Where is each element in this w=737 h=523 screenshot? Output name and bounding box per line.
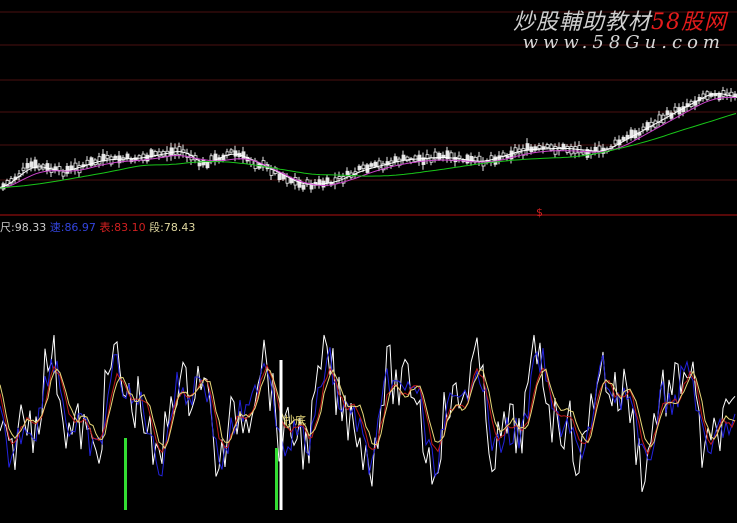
candle-body — [337, 176, 342, 179]
candle-body — [369, 163, 374, 167]
signal-bars — [124, 438, 278, 510]
candle-body — [69, 165, 74, 170]
candle-body — [417, 154, 422, 162]
candle-body — [729, 91, 734, 98]
candle-body — [97, 156, 102, 165]
legend-label-2: 速 — [49, 221, 61, 234]
candle-body — [357, 165, 362, 171]
candle-body — [269, 169, 274, 176]
candle-body — [233, 150, 238, 157]
candle-body — [25, 163, 30, 169]
candle-body — [437, 152, 442, 160]
osc-white-line — [0, 334, 736, 493]
legend-value-3: 83.10 — [114, 221, 146, 234]
candle-body — [301, 184, 306, 190]
candle-body — [361, 164, 366, 170]
candle-body — [45, 163, 50, 172]
legend-label-3: 表 — [99, 221, 111, 234]
candle-body — [177, 146, 182, 156]
candle-body — [565, 146, 570, 153]
candle-body — [621, 136, 626, 141]
candle-body — [613, 139, 618, 145]
candle-body — [525, 143, 530, 151]
signal-bar — [124, 438, 127, 510]
legend-label-4: 段 — [149, 221, 161, 234]
candle-body — [197, 162, 202, 167]
watermark-url: www.58Gu.com — [522, 32, 725, 53]
candle-body — [125, 153, 130, 159]
candle-body — [325, 177, 330, 184]
legend-value-2: 86.97 — [64, 221, 96, 234]
ma-long-line — [0, 113, 737, 189]
candle-body — [105, 154, 110, 159]
candle-body — [593, 146, 598, 152]
candle-body — [29, 161, 34, 168]
candle-body — [393, 156, 398, 163]
candle-body — [457, 155, 462, 159]
candle-body — [241, 151, 246, 159]
candle-body — [277, 173, 282, 180]
legend-value-4: 78.43 — [163, 221, 196, 234]
candle-body — [113, 155, 118, 159]
candle-body — [545, 144, 550, 149]
candle-body — [721, 90, 726, 97]
candle-body — [145, 154, 150, 162]
candle-body — [345, 170, 350, 176]
bottom-label: 抄底 — [284, 413, 306, 427]
candle-body — [205, 162, 210, 169]
stock-chart: $ 抄底 — [0, 11, 737, 510]
candle-body — [449, 152, 454, 161]
candle-body — [21, 167, 26, 171]
candle-body — [569, 146, 574, 155]
candle-body — [505, 155, 510, 159]
oscillator-lines — [0, 334, 736, 493]
ma-mid-line — [0, 96, 737, 190]
candle-body — [169, 147, 174, 157]
candle-body — [153, 151, 158, 156]
legend-label-1: 尺 — [0, 221, 11, 234]
candle-body — [665, 110, 670, 116]
legend-value-1: 98.33 — [14, 221, 47, 234]
candle-body — [61, 171, 66, 177]
candle-body — [229, 149, 234, 153]
candle-body — [85, 159, 90, 166]
candle-body — [549, 144, 554, 151]
osc-blue-line — [0, 347, 736, 478]
candle-body — [373, 161, 378, 167]
candle-body — [537, 145, 542, 149]
candle-body — [673, 106, 678, 112]
candle-body — [401, 154, 406, 161]
candle-body — [581, 151, 586, 155]
moving-averages — [0, 93, 737, 190]
indicator-legend: 尺:98.33 速:86.97 表:83.10 段:78.43 — [0, 221, 196, 234]
candle-body — [573, 146, 578, 154]
price-marker: $ — [536, 206, 543, 219]
signal-bar — [275, 448, 278, 510]
